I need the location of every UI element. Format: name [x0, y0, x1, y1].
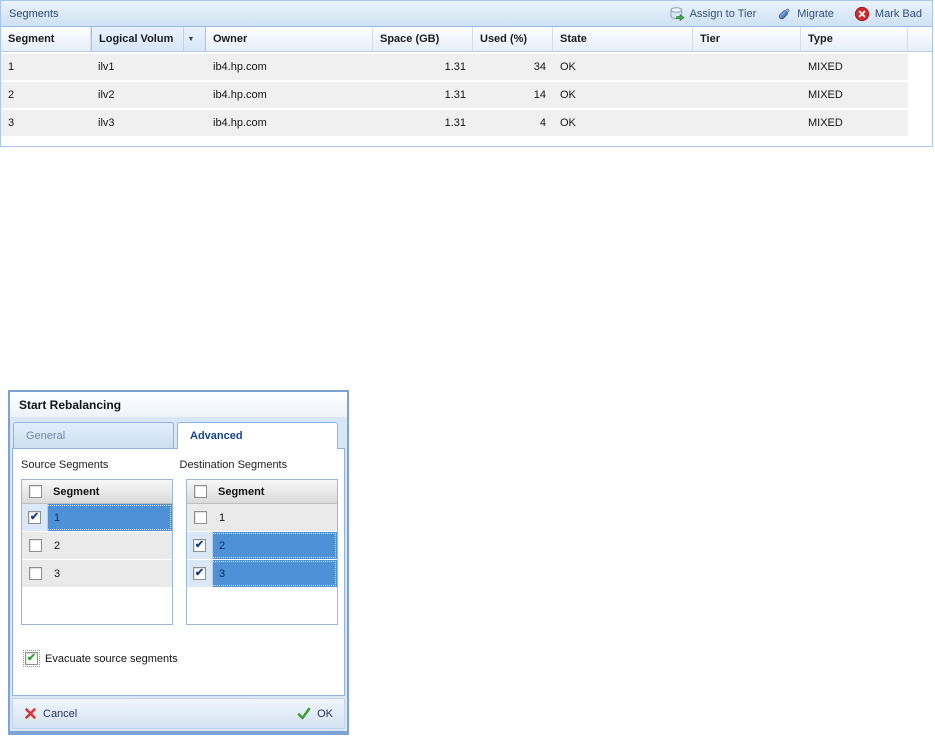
- column-header-owner[interactable]: Owner: [206, 27, 373, 51]
- grid-header: Segment Logical Volum ▼ Owner Space (GB)…: [1, 27, 932, 52]
- cell-segment: 1: [1, 54, 91, 80]
- mark-bad-label: Mark Bad: [875, 8, 922, 20]
- destination-segments-label: Destination Segments: [180, 459, 339, 471]
- cell-logical-volume: ilv1: [91, 54, 206, 80]
- destination-list-header: Segment: [187, 480, 337, 504]
- cell-space: 1.31: [373, 82, 473, 108]
- tab-advanced[interactable]: Advanced: [177, 422, 338, 449]
- evacuate-label: Evacuate source segments: [45, 653, 178, 665]
- ok-button[interactable]: OK: [297, 707, 333, 720]
- advanced-tab-content: Source Segments Destination Segments Seg…: [12, 449, 345, 696]
- destination-segments-list: Segment 1 ✔ 2 ✔ 3: [186, 479, 338, 625]
- segments-panel-header: Segments Assign to Tier: [1, 1, 932, 27]
- destination-list-item-2[interactable]: ✔ 2: [187, 532, 337, 559]
- column-header-space[interactable]: Space (GB): [373, 27, 473, 51]
- grid-body: 1 ilv1 ib4.hp.com 1.31 34 OK MIXED 2 ilv…: [1, 52, 932, 136]
- cell-type: MIXED: [801, 54, 908, 80]
- source-item-3-checkbox[interactable]: [29, 567, 42, 580]
- cell-segment: 3: [1, 110, 91, 136]
- destination-list-item-1[interactable]: 1: [187, 504, 337, 531]
- cell-space: 1.31: [373, 110, 473, 136]
- destination-item-2-checkbox[interactable]: ✔: [193, 539, 206, 552]
- source-item-2-checkbox[interactable]: [29, 539, 42, 552]
- destination-select-all-checkbox[interactable]: [194, 485, 207, 498]
- cell-owner: ib4.hp.com: [206, 54, 373, 80]
- cell-used: 34: [473, 54, 553, 80]
- migrate-icon: [776, 6, 792, 22]
- dialog-body: General Advanced Source Segments Destina…: [10, 418, 347, 731]
- cell-space: 1.31: [373, 54, 473, 80]
- cell-owner: ib4.hp.com: [206, 110, 373, 136]
- table-row-segment-3[interactable]: 3 ilv3 ib4.hp.com 1.31 4 OK MIXED: [1, 110, 908, 136]
- column-header-tier[interactable]: Tier: [693, 27, 801, 51]
- cell-state: OK: [553, 82, 693, 108]
- dialog-tabstrip: General Advanced: [12, 420, 345, 449]
- destination-item-1-checkbox[interactable]: [194, 511, 207, 524]
- destination-column-header: Segment: [218, 486, 264, 498]
- start-rebalancing-dialog: Start Rebalancing General Advanced Sourc…: [8, 390, 349, 735]
- segments-toolbar: Assign to Tier: [667, 5, 924, 23]
- assign-to-tier-button[interactable]: Assign to Tier: [667, 5, 759, 23]
- source-segments-label: Source Segments: [21, 459, 180, 471]
- cancel-button[interactable]: Cancel: [24, 707, 77, 720]
- segments-panel: Segments Assign to Tier: [0, 0, 933, 147]
- cell-logical-volume: ilv3: [91, 110, 206, 136]
- column-header-segment[interactable]: Segment: [1, 27, 91, 51]
- cell-logical-volume: ilv2: [91, 82, 206, 108]
- cell-type: MIXED: [801, 82, 908, 108]
- cell-type: MIXED: [801, 110, 908, 136]
- source-item-1-checkbox[interactable]: ✔: [28, 511, 41, 524]
- assign-to-tier-label: Assign to Tier: [690, 8, 757, 20]
- evacuate-checkbox[interactable]: ✔: [25, 652, 38, 665]
- panel-title: Segments: [9, 8, 59, 20]
- column-header-state[interactable]: State: [553, 27, 693, 51]
- cell-used: 14: [473, 82, 553, 108]
- source-segments-list: Segment ✔ 1 2 3: [21, 479, 173, 625]
- migrate-label: Migrate: [797, 8, 834, 20]
- table-row-segment-2[interactable]: 2 ilv2 ib4.hp.com 1.31 14 OK MIXED: [1, 82, 908, 108]
- assign-to-tier-icon: [669, 6, 685, 22]
- cell-tier: [693, 82, 801, 108]
- source-select-all-checkbox[interactable]: [29, 485, 42, 498]
- cell-tier: [693, 54, 801, 80]
- mark-bad-button[interactable]: Mark Bad: [852, 5, 924, 23]
- cell-used: 4: [473, 110, 553, 136]
- dialog-footer: Cancel OK: [12, 698, 345, 729]
- column-header-type[interactable]: Type: [801, 27, 908, 51]
- source-list-header: Segment: [22, 480, 172, 504]
- dialog-title: Start Rebalancing: [19, 398, 121, 412]
- column-header-logical-volume[interactable]: Logical Volum ▼: [91, 27, 206, 51]
- destination-item-3-checkbox[interactable]: ✔: [193, 567, 206, 580]
- cell-segment: 2: [1, 82, 91, 108]
- migrate-button[interactable]: Migrate: [774, 5, 836, 23]
- ok-check-icon: [297, 707, 311, 720]
- cancel-x-icon: [24, 707, 37, 720]
- evacuate-source-segments-option[interactable]: ✔ Evacuate source segments: [25, 652, 338, 665]
- page: Segments Assign to Tier: [0, 0, 935, 743]
- source-list-item-2[interactable]: 2: [22, 532, 172, 559]
- dialog-titlebar[interactable]: Start Rebalancing: [10, 392, 347, 418]
- mark-bad-icon: [854, 6, 870, 22]
- cell-state: OK: [553, 54, 693, 80]
- cell-owner: ib4.hp.com: [206, 82, 373, 108]
- destination-list-item-3[interactable]: ✔ 3: [187, 560, 337, 587]
- cell-tier: [693, 110, 801, 136]
- source-list-item-1[interactable]: ✔ 1: [22, 504, 172, 531]
- column-header-used[interactable]: Used (%): [473, 27, 553, 51]
- tab-general[interactable]: General: [13, 422, 174, 448]
- column-menu-arrow-icon[interactable]: ▼: [183, 27, 198, 51]
- source-column-header: Segment: [53, 486, 99, 498]
- source-list-item-3[interactable]: 3: [22, 560, 172, 587]
- table-row-segment-1[interactable]: 1 ilv1 ib4.hp.com 1.31 34 OK MIXED: [1, 54, 908, 80]
- cell-state: OK: [553, 110, 693, 136]
